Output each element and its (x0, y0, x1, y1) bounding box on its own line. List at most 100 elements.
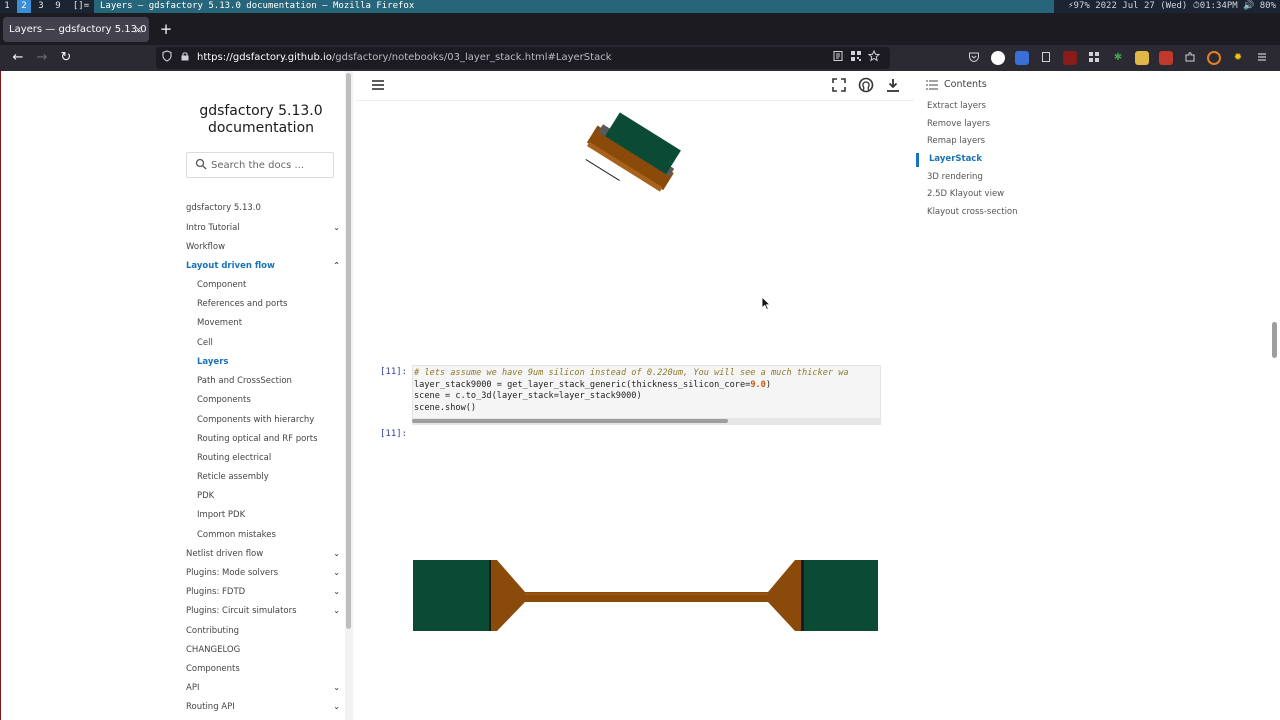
sidebar-item-api[interactable]: API ⌄ (186, 682, 340, 694)
sidebar-item-label: Components (197, 395, 251, 405)
toc-heading: Contents (944, 79, 987, 90)
sidebar-item-reticle-assembly[interactable]: Reticle assembly (197, 471, 351, 483)
page-viewport: gdsfactory 5.13.0 documentation gdsfacto… (0, 71, 1280, 720)
chevron-down-icon[interactable]: ⌄ (333, 701, 340, 713)
site-title[interactable]: gdsfactory 5.13.0 documentation (182, 103, 340, 137)
code-cell-scrollbar-thumb[interactable] (412, 419, 728, 423)
reader-view-icon[interactable] (830, 50, 846, 66)
sidebar-item-layers[interactable]: Layers (197, 356, 351, 368)
m-extension-icon[interactable] (1159, 51, 1173, 65)
lock-icon[interactable] (177, 50, 193, 66)
sidebar-item-label: API (186, 683, 200, 693)
sidebar-item-label: Component (197, 280, 247, 290)
chevron-down-icon[interactable]: ⌄ (333, 605, 340, 617)
chevron-down-icon[interactable]: ⌄ (333, 682, 340, 694)
sidebar-item-contributing[interactable]: Contributing (186, 625, 340, 637)
sidebar-item-label: Cell (197, 338, 213, 348)
sidebar-item-components[interactable]: Components (186, 663, 340, 675)
grid-icon[interactable] (1087, 51, 1101, 65)
toc-item-remap-layers[interactable]: Remap layers (927, 135, 985, 147)
sidebar-item-component[interactable]: Component (197, 279, 351, 291)
sidebar-item-plugins-fdtd[interactable]: Plugins: FDTD ⌄ (186, 586, 340, 598)
hamburger-menu-icon[interactable] (1255, 51, 1269, 65)
sidebar-item-movement[interactable]: Movement (197, 317, 351, 329)
back-button[interactable]: ← (9, 49, 27, 67)
puzzle-green-icon[interactable]: ✱ (1111, 51, 1125, 65)
3d-render-output-bottom[interactable] (413, 560, 879, 632)
workspace-3[interactable]: 3 (34, 0, 48, 13)
sidebar-item-workflow[interactable]: Workflow (186, 241, 340, 253)
search-input[interactable] (211, 155, 329, 175)
3d-render-output-top[interactable] (561, 106, 691, 216)
sidebar-item-label: Layout driven flow (186, 261, 275, 271)
tab-close-icon[interactable]: × (134, 17, 143, 42)
forward-button[interactable]: → (33, 49, 51, 67)
sidebar-item-cell[interactable]: Cell (197, 337, 351, 349)
fullscreen-icon[interactable] (831, 77, 847, 93)
sidebar-item-components-with-hierarchy[interactable]: Components with hierarchy (197, 414, 351, 426)
extension-dark-icon[interactable] (991, 51, 1005, 65)
puzzle-icon[interactable] (1183, 51, 1197, 65)
sidebar-item-routing-api[interactable]: Routing API ⌄ (186, 701, 340, 713)
toc-item-layerstack[interactable]: LayerStack (929, 153, 982, 165)
sidebar-item-references-and-ports[interactable]: References and ports (197, 298, 351, 310)
circle-extension-icon[interactable] (1207, 51, 1221, 65)
sidebar-item-intro-tutorial[interactable]: Intro Tutorial ⌄ (186, 222, 340, 234)
toc-item-3d-rendering[interactable]: 3D rendering (927, 171, 983, 183)
sidebar-item-netlist-driven-flow[interactable]: Netlist driven flow ⌄ (186, 548, 340, 560)
workspace-9[interactable]: 9 (51, 0, 65, 13)
sidebar-item-components[interactable]: Components (197, 394, 351, 406)
sidebar-item-common-mistakes[interactable]: Common mistakes (197, 529, 351, 541)
url-bar[interactable]: https://gdsfactory.github.io/gdsfactory/… (156, 47, 890, 69)
workspace-2[interactable]: 2 (17, 0, 31, 13)
folder-icon[interactable] (1135, 51, 1149, 65)
chevron-up-icon[interactable]: ⌃ (333, 260, 340, 272)
sidebar-item-label: References and ports (197, 299, 288, 309)
browser-tab-active[interactable]: Layers — gdsfactory 5.13.0 × (3, 17, 149, 42)
url-text[interactable]: https://gdsfactory.github.io/gdsfactory/… (197, 47, 611, 69)
toc-item-extract-layers[interactable]: Extract layers (927, 100, 986, 112)
search-box[interactable] (186, 152, 334, 178)
sidebar-item-layout-driven-flow[interactable]: Layout driven flow ⌃ (186, 260, 340, 272)
toc-item-klayout-cross-section[interactable]: Klayout cross-section (927, 206, 1018, 218)
toc-item-remove-layers[interactable]: Remove layers (927, 118, 990, 130)
system-status-text: ⚡97% 2022 Jul 27 (Wed) ⏱01:34PM 🔊 80% (1068, 1, 1276, 11)
hamburger-icon[interactable] (370, 77, 386, 93)
sidebar-item-pdk[interactable]: PDK (197, 490, 351, 502)
sidebar-item-label: PDK (197, 491, 215, 501)
ublock-icon[interactable] (1063, 51, 1077, 65)
reload-button[interactable]: ↻ (57, 49, 75, 67)
sidebar-item-label: gdsfactory 5.13.0 (186, 203, 261, 213)
sidebar-item-label: Intro Tutorial (186, 223, 240, 233)
chevron-down-icon[interactable]: ⌄ (333, 548, 340, 560)
bitwarden-icon[interactable] (1015, 51, 1029, 65)
sidebar-item-routing-optical-and-rf-ports[interactable]: Routing optical and RF ports (197, 433, 351, 445)
chevron-down-icon[interactable]: ⌄ (333, 567, 340, 579)
qr-code-icon[interactable] (848, 50, 864, 66)
sidebar-item-label: Components with hierarchy (197, 415, 315, 425)
new-tab-button[interactable]: + (158, 19, 174, 39)
sidebar-item-changelog[interactable]: CHANGELOG (186, 644, 340, 656)
chevron-down-icon[interactable]: ⌄ (333, 586, 340, 598)
code-line-4: scene.show() (414, 402, 477, 413)
sidebar-item-plugins-mode-solvers[interactable]: Plugins: Mode solvers ⌄ (186, 567, 340, 579)
sidebar-item-path-and-crosssection[interactable]: Path and CrossSection (197, 375, 351, 387)
page-scrollbar-thumb[interactable] (1272, 322, 1277, 358)
shield-icon[interactable] (159, 50, 175, 66)
download-icon[interactable] (885, 77, 901, 93)
code-cell[interactable]: # lets assume we have 9um silicon instea… (412, 365, 881, 425)
sidebar-item-gdsfactory-5-13-0[interactable]: gdsfactory 5.13.0 (186, 202, 340, 214)
sidebar-item-plugins-circuit-simulators[interactable]: Plugins: Circuit simulators ⌄ (186, 605, 340, 617)
chevron-down-icon[interactable]: ⌄ (333, 222, 340, 234)
sidebar-item-label: Routing electrical (197, 453, 272, 463)
toc-item-2-5d-klayout-view[interactable]: 2.5D Klayout view (927, 188, 1004, 200)
pocket-icon[interactable] (967, 51, 981, 65)
github-icon[interactable] (858, 77, 874, 93)
sidebar-item-routing-electrical[interactable]: Routing electrical (197, 452, 351, 464)
sidebar-scrollbar-thumb[interactable] (346, 73, 351, 629)
workspace-1[interactable]: 1 (0, 0, 14, 13)
page-icon[interactable] (1039, 51, 1053, 65)
sidebar-item-import-pdk[interactable]: Import PDK (197, 509, 351, 521)
bookmark-star-icon[interactable] (866, 49, 882, 66)
sun-icon[interactable]: ✹ (1231, 51, 1245, 65)
